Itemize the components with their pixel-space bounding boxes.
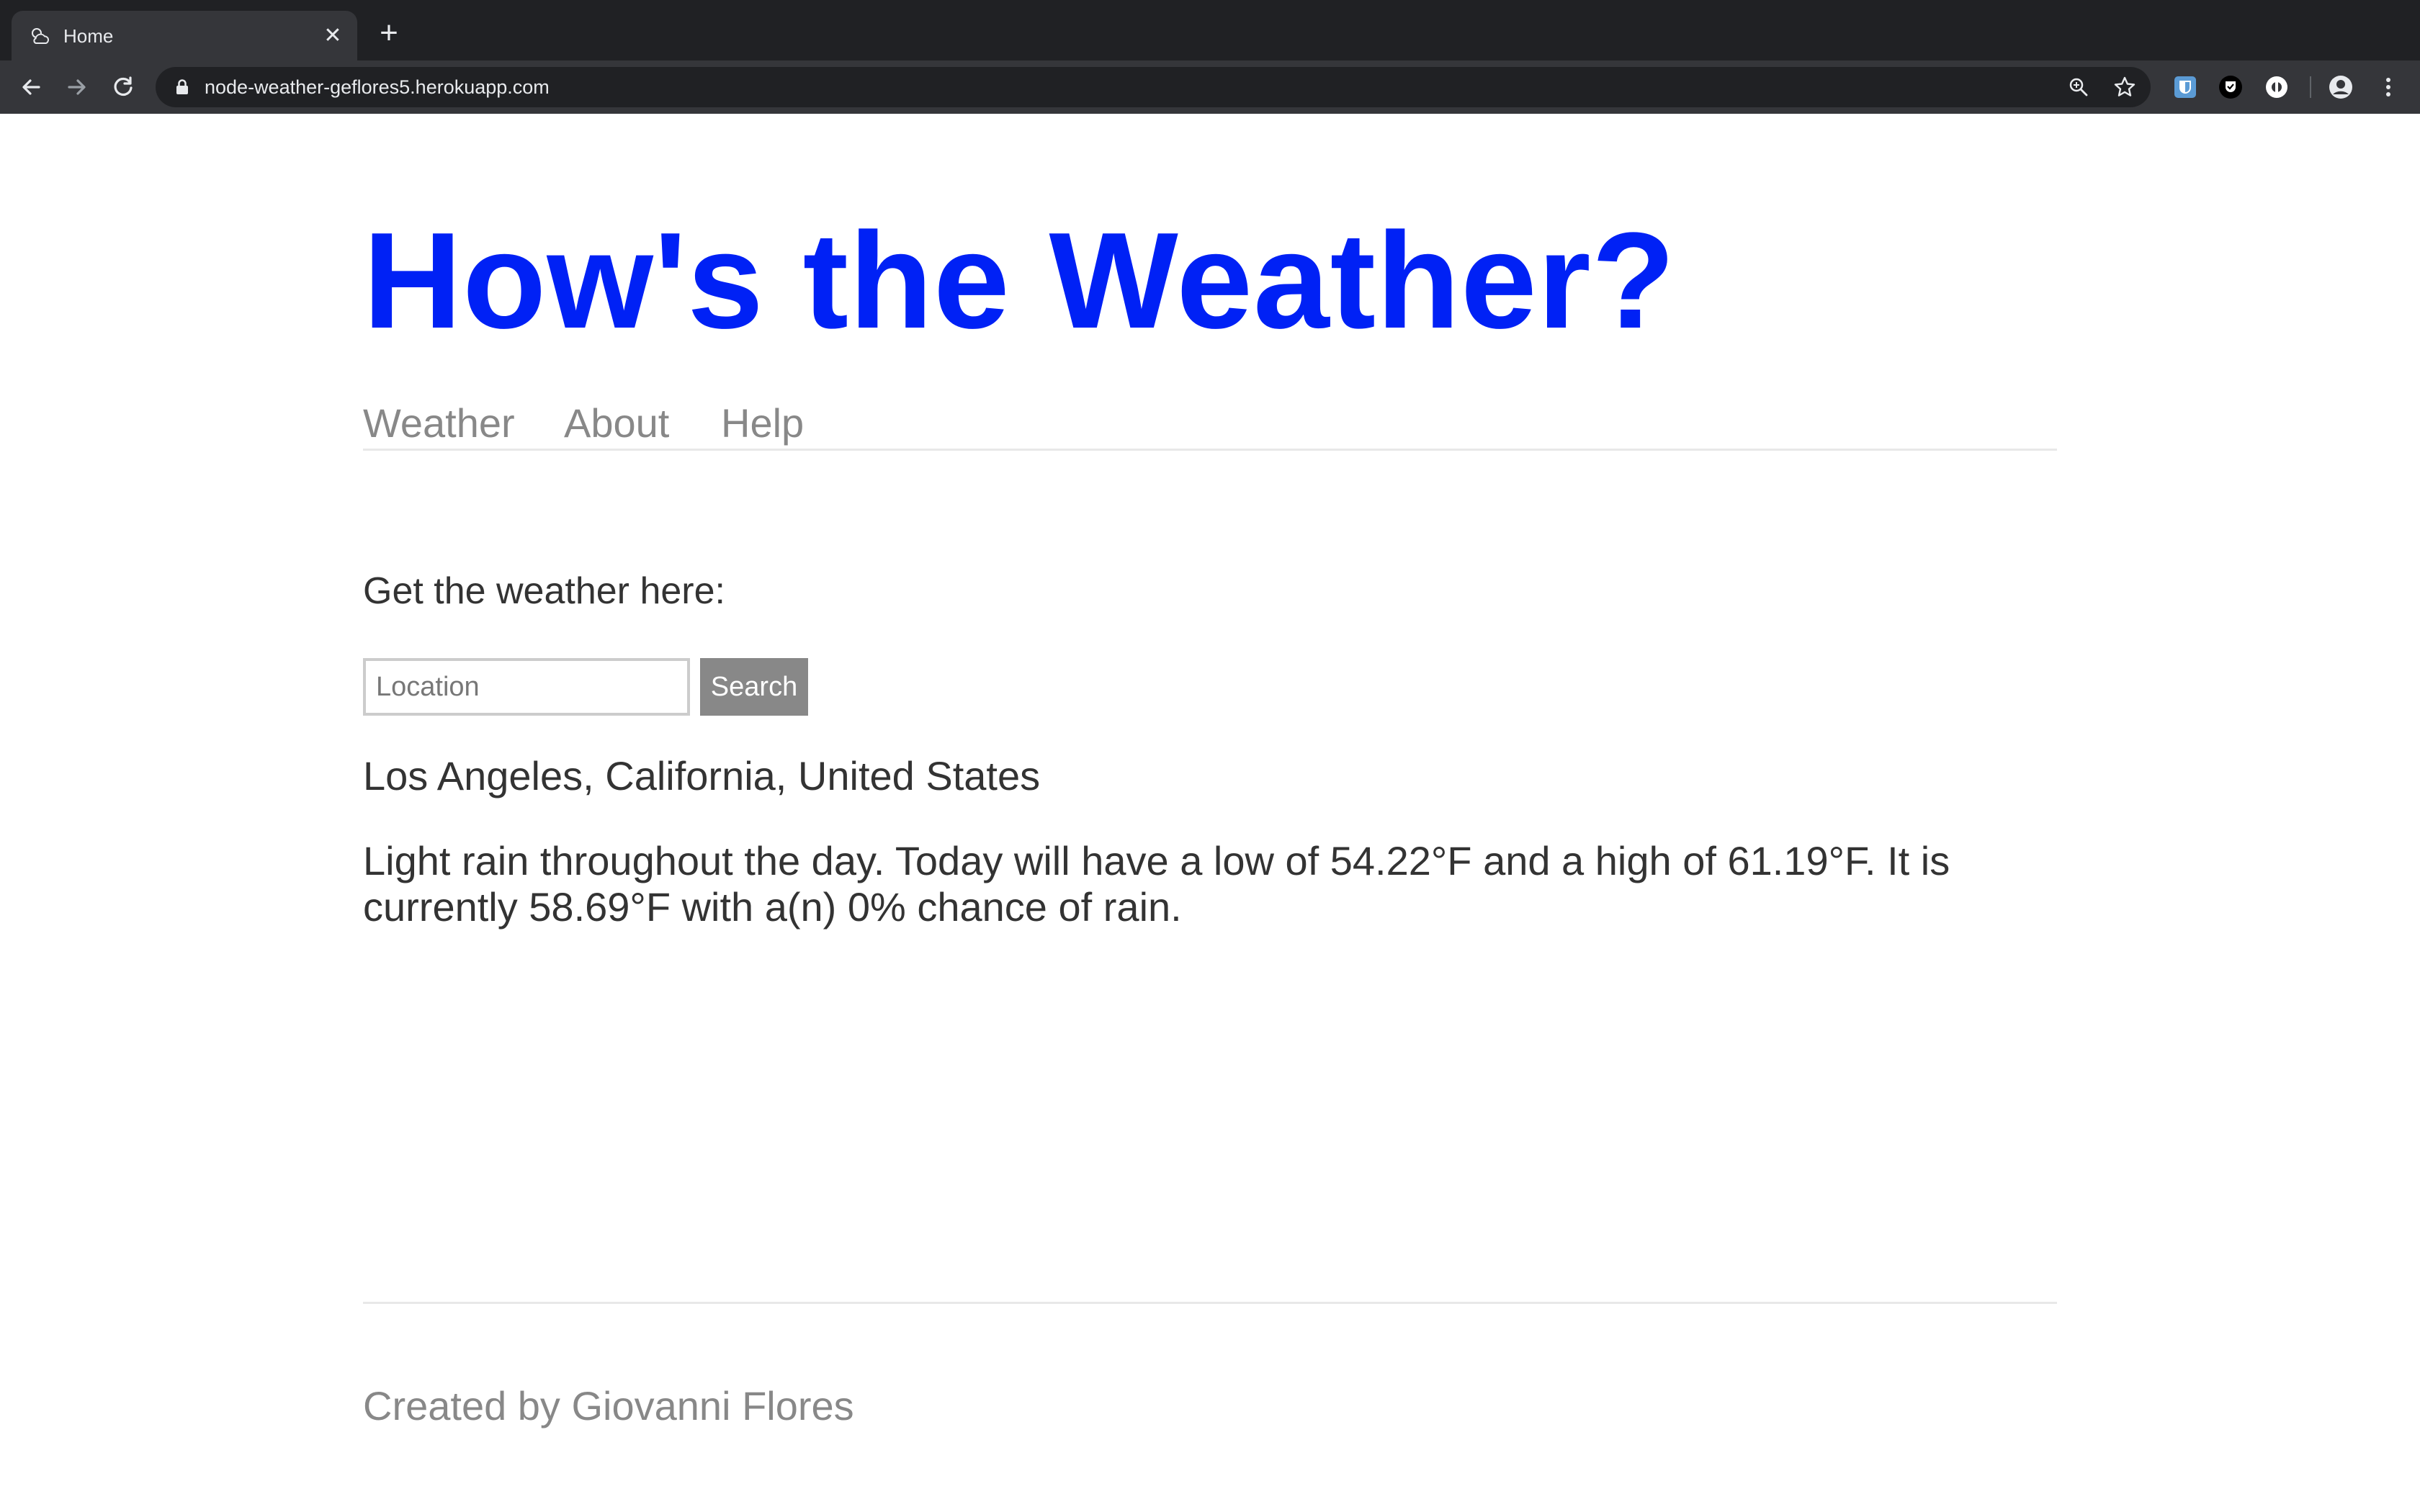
url-text[interactable]: node-weather-geflores5.herokuapp.com — [205, 76, 550, 98]
bookmark-star-icon[interactable] — [2113, 76, 2136, 99]
location-input[interactable] — [363, 658, 690, 716]
tab-title: Home — [63, 25, 114, 47]
tab-home[interactable]: Home ✕ — [12, 11, 357, 60]
reload-icon[interactable] — [107, 71, 140, 104]
browser-chrome: Home ✕ + node-weather-geflores5.herokuap… — [0, 0, 2420, 114]
search-prompt: Get the weather here: — [363, 570, 725, 612]
header-divider — [363, 449, 2057, 451]
nav-link-weather[interactable]: Weather — [363, 398, 515, 449]
search-button[interactable]: Search — [700, 658, 808, 716]
lock-icon — [173, 78, 192, 96]
nav-link-help[interactable]: Help — [721, 398, 804, 449]
zoom-icon[interactable] — [2067, 76, 2090, 99]
back-arrow-icon[interactable] — [14, 71, 48, 104]
shield-check-icon[interactable] — [2218, 74, 2244, 100]
main-container: How's the Weather? Weather About Help Ge… — [363, 114, 2057, 1512]
bitwarden-shield-icon[interactable] — [2172, 74, 2198, 100]
address-bar[interactable]: node-weather-geflores5.herokuapp.com — [156, 67, 2151, 107]
footer-divider — [363, 1302, 2057, 1304]
menu-dots-icon[interactable] — [2375, 74, 2401, 100]
forward-arrow-icon[interactable] — [60, 71, 94, 104]
nav-link-about[interactable]: About — [564, 398, 669, 449]
page-body: How's the Weather? Weather About Help Ge… — [0, 114, 2420, 1512]
close-tab-icon[interactable]: ✕ — [318, 22, 347, 50]
tab-strip: Home ✕ + — [0, 0, 2420, 60]
circle-extension-icon[interactable] — [2264, 74, 2290, 100]
weather-favicon-icon — [29, 24, 52, 48]
browser-toolbar: node-weather-geflores5.herokuapp.com — [0, 60, 2420, 114]
site-title: How's the Weather? — [363, 204, 1676, 357]
footer-credit: Created by Giovanni Flores — [363, 1383, 854, 1428]
profile-avatar-icon[interactable] — [2328, 74, 2354, 100]
forecast-summary: Light rain throughout the day. Today wil… — [363, 838, 1950, 930]
new-tab-icon[interactable]: + — [373, 17, 405, 50]
toolbar-divider — [2310, 76, 2311, 98]
forecast-location: Los Angeles, California, United States — [363, 753, 1041, 798]
